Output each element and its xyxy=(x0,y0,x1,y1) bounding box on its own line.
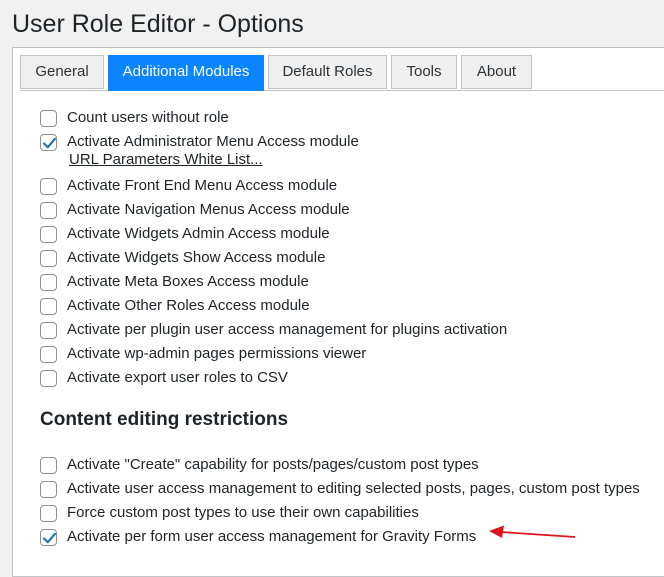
admin-menu-access-checkbox[interactable] xyxy=(40,133,57,151)
tab-tools[interactable]: Tools xyxy=(391,55,457,89)
option-row: Activate Front End Menu Access module xyxy=(40,174,664,198)
option-label: Activate Widgets Admin Access module xyxy=(67,225,330,242)
option-row: Activate Administrator Menu Access modul… xyxy=(40,130,664,154)
option-row: Activate Widgets Admin Access module xyxy=(40,222,664,246)
option-row: Count users without role xyxy=(40,106,664,130)
option-row: Activate Navigation Menus Access module xyxy=(40,198,664,222)
option-row: Activate per plugin user access manageme… xyxy=(40,318,664,342)
wp-admin-pages-viewer-checkbox[interactable] xyxy=(40,345,57,363)
count-users-without-role-checkbox[interactable] xyxy=(40,109,57,127)
option-row: Force custom post types to use their own… xyxy=(40,501,664,525)
option-row: Activate "Create" capability for posts/p… xyxy=(40,453,664,477)
export-roles-csv-checkbox[interactable] xyxy=(40,369,57,387)
red-arrow-icon xyxy=(489,525,576,538)
option-row: Activate user access management to editi… xyxy=(40,477,664,501)
option-label: Activate Front End Menu Access module xyxy=(67,177,338,194)
tab-about[interactable]: About xyxy=(461,55,532,89)
option-row: Activate Meta Boxes Access module xyxy=(40,270,664,294)
gravity-forms-access-checkbox[interactable] xyxy=(40,528,57,546)
option-label: Force custom post types to use their own… xyxy=(67,504,419,521)
tab-general[interactable]: General xyxy=(20,55,104,89)
per-plugin-access-checkbox[interactable] xyxy=(40,321,57,339)
option-label: Activate wp-admin pages permissions view… xyxy=(67,345,367,362)
navigation-menus-access-checkbox[interactable] xyxy=(40,201,57,219)
option-row: Activate Other Roles Access module xyxy=(40,294,664,318)
option-label: Activate Meta Boxes Access module xyxy=(67,273,309,290)
option-label: Activate Administrator Menu Access modul… xyxy=(67,133,359,150)
tab-additional-modules[interactable]: Additional Modules xyxy=(108,55,264,91)
options-panel: General Additional Modules Default Roles… xyxy=(12,47,664,577)
tab-bar: General Additional Modules Default Roles… xyxy=(13,48,664,91)
page-title: User Role Editor - Options xyxy=(12,10,304,38)
option-row: Activate Widgets Show Access module xyxy=(40,246,664,270)
widgets-admin-access-checkbox[interactable] xyxy=(40,225,57,243)
create-capability-checkbox[interactable] xyxy=(40,456,57,474)
meta-boxes-access-checkbox[interactable] xyxy=(40,273,57,291)
tab-default-roles[interactable]: Default Roles xyxy=(268,55,387,89)
content-restrictions-heading: Content editing restrictions xyxy=(40,409,289,430)
option-row: Activate wp-admin pages permissions view… xyxy=(40,342,664,366)
option-label: Activate Other Roles Access module xyxy=(67,297,310,314)
modules-list: Count users without role Activate Admini… xyxy=(40,106,664,390)
option-label: Activate export user roles to CSV xyxy=(67,369,288,386)
option-label: Activate per plugin user access manageme… xyxy=(67,321,508,338)
option-label: Activate user access management to editi… xyxy=(67,480,640,497)
option-label: Activate Navigation Menus Access module xyxy=(67,201,350,218)
option-label: Activate "Create" capability for posts/p… xyxy=(67,456,479,473)
editing-access-management-checkbox[interactable] xyxy=(40,480,57,498)
checkmark-icon xyxy=(42,532,57,543)
force-cpt-capabilities-checkbox[interactable] xyxy=(40,504,57,522)
option-label: Count users without role xyxy=(67,109,229,126)
checkmark-icon xyxy=(42,137,57,148)
widgets-show-access-checkbox[interactable] xyxy=(40,249,57,267)
other-roles-access-checkbox[interactable] xyxy=(40,297,57,315)
option-label: Activate Widgets Show Access module xyxy=(67,249,326,266)
option-label: Activate per form user access management… xyxy=(67,528,477,545)
front-end-menu-access-checkbox[interactable] xyxy=(40,177,57,195)
option-row: Activate export user roles to CSV xyxy=(40,366,664,390)
